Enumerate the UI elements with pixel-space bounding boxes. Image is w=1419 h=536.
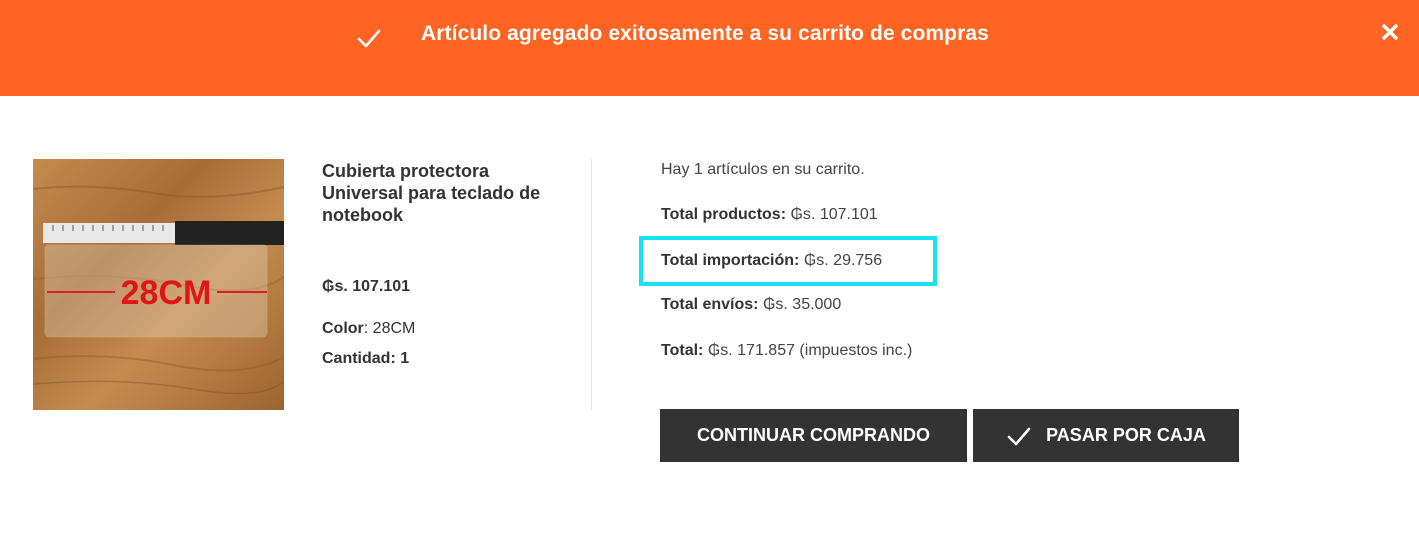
check-icon [1007,427,1031,445]
color-label: Color [322,320,364,337]
quantity-label: Cantidad: [322,350,396,367]
total-value: ₲s. 171.857 (impuestos inc.) [707,342,913,359]
notification-title: Artículo agregado exitosamente a su carr… [421,22,989,45]
divider [591,159,592,410]
product-color: Color: 28CM [322,320,415,338]
total-shipping-value: ₲s. 35.000 [762,296,842,313]
close-icon[interactable] [1380,22,1400,42]
checkout-button[interactable]: PASAR POR CAJA [973,409,1239,462]
cart-count: Hay 1 artículos en su carrito. [661,161,865,178]
continue-shopping-button[interactable]: CONTINUAR COMPRANDO [660,409,967,462]
total-shipping-label: Total envíos: [661,296,759,313]
product-image: 28CM [33,159,284,410]
checkout-label: PASAR POR CAJA [1046,425,1206,445]
check-icon [357,29,381,48]
quantity-value: 1 [400,350,410,367]
highlight-box [639,236,937,286]
total-products-label: Total productos: [661,206,787,223]
image-label: 28CM [121,274,212,312]
product-price: ₲s. 107.101 [322,278,411,295]
continue-shopping-label: CONTINUAR COMPRANDO [697,425,930,445]
notification-banner: Artículo agregado exitosamente a su carr… [0,0,1419,96]
total-label: Total: [661,342,704,359]
total-products-value: ₲s. 107.101 [790,206,878,223]
total-amount: Total: ₲s. 171.857 (impuestos inc.) [661,342,912,360]
product-name: Cubierta protectora Universal para tecla… [322,161,541,225]
color-value: : 28CM [363,320,416,337]
product-quantity: Cantidad: 1 [322,350,409,368]
total-shipping: Total envíos: ₲s. 35.000 [661,296,841,314]
total-products: Total productos: ₲s. 107.101 [661,206,878,224]
